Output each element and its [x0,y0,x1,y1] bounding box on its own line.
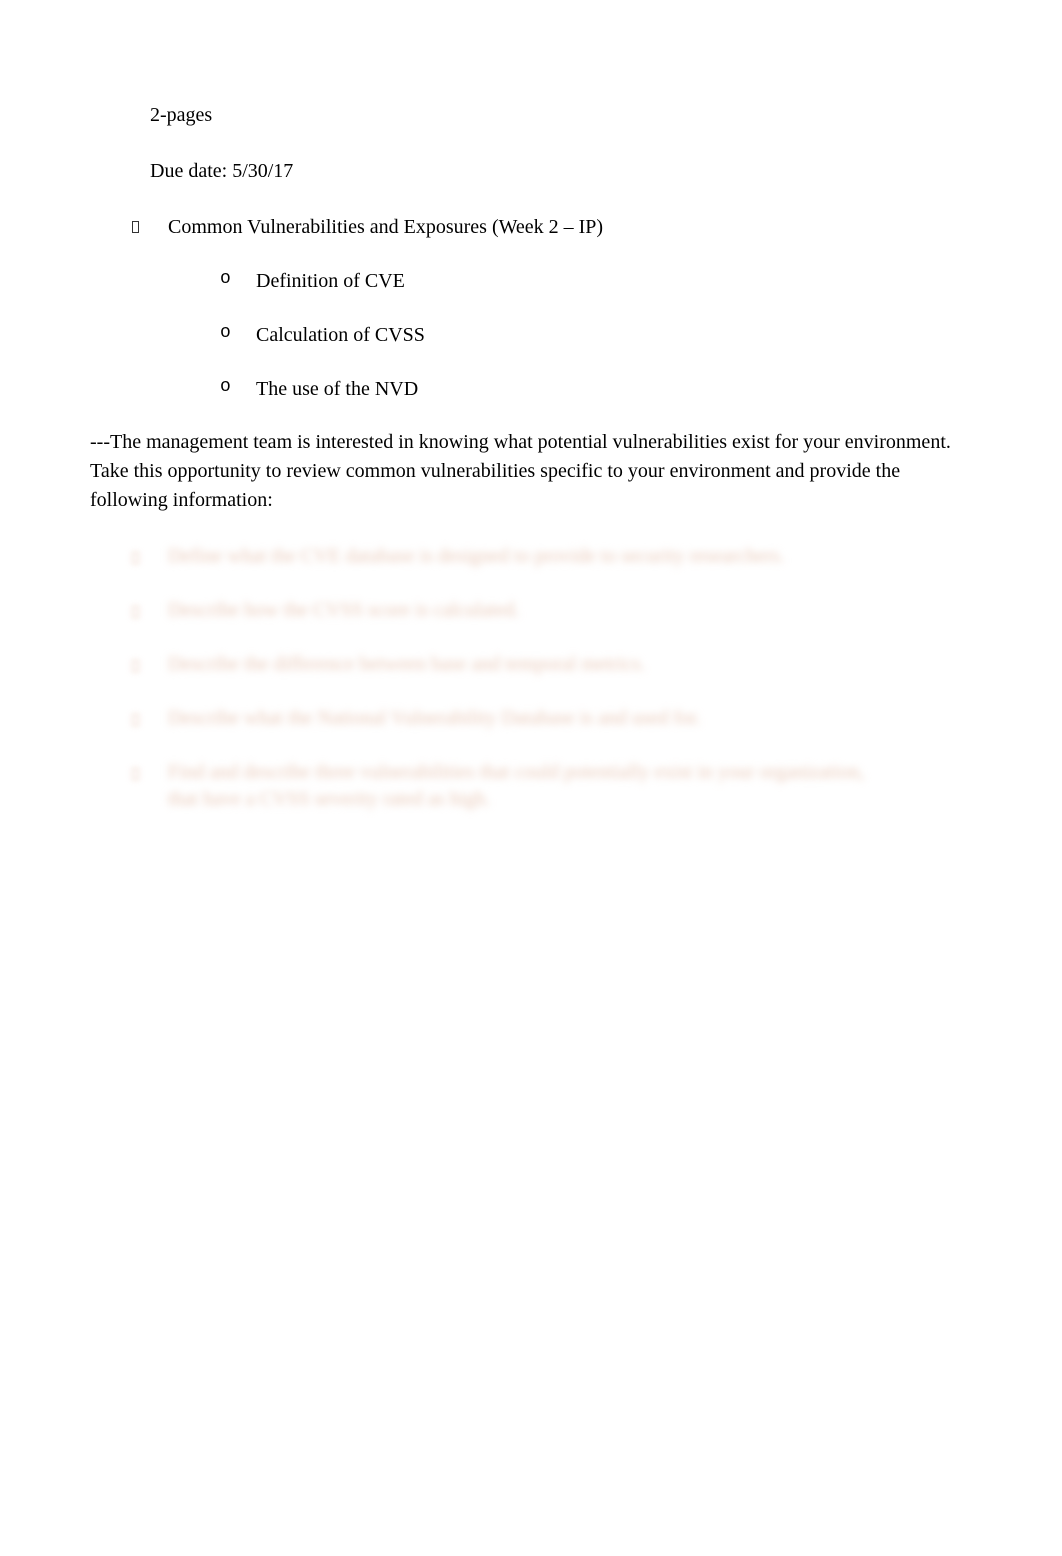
blurred-item: Find and describe three vulnerabilities … [132,759,972,813]
blurred-line2: that have a CVSS severity rated as high. [168,786,864,813]
hollow-box-bullet-icon [132,705,168,735]
blurred-item: Describe what the National Vulnerability… [132,705,972,735]
hollow-box-bullet-icon [132,759,168,789]
hollow-box-bullet-icon [132,651,168,681]
blurred-list: Define what the CVE database is designed… [132,543,972,813]
letter-o-bullet-icon: o [220,320,256,347]
letter-o-bullet-icon: o [220,374,256,401]
blurred-item: Describe how the CVSS score is calculate… [132,597,972,627]
instruction-paragraph: ---The management team is interested in … [90,428,972,515]
sub-bullet-text: Calculation of CVSS [256,320,425,350]
blurred-line1: Find and describe three vulnerabilities … [168,761,864,783]
hollow-box-bullet-icon [132,212,168,242]
due-date: Due date: 5/30/17 [150,156,972,186]
sub-bullet-row: o Definition of CVE [220,266,972,296]
blurred-text: Find and describe three vulnerabilities … [168,759,864,813]
sub-bullet-text: The use of the NVD [256,374,418,404]
blurred-text: Define what the CVE database is designed… [168,543,784,570]
blurred-text: Describe the difference between base and… [168,651,645,678]
blurred-text: Describe how the CVSS score is calculate… [168,597,520,624]
sub-bullet-text: Definition of CVE [256,266,405,296]
main-bullet-row: Common Vulnerabilities and Exposures (We… [132,212,972,242]
hollow-box-bullet-icon [132,597,168,627]
blurred-item: Describe the difference between base and… [132,651,972,681]
sub-bullet-row: o The use of the NVD [220,374,972,404]
hollow-box-bullet-icon [132,543,168,573]
sub-bullet-row: o Calculation of CVSS [220,320,972,350]
blurred-item: Define what the CVE database is designed… [132,543,972,573]
pages-count: 2-pages [150,100,972,130]
letter-o-bullet-icon: o [220,266,256,293]
blurred-text: Describe what the National Vulnerability… [168,705,701,732]
main-bullet-text: Common Vulnerabilities and Exposures (We… [168,212,603,242]
